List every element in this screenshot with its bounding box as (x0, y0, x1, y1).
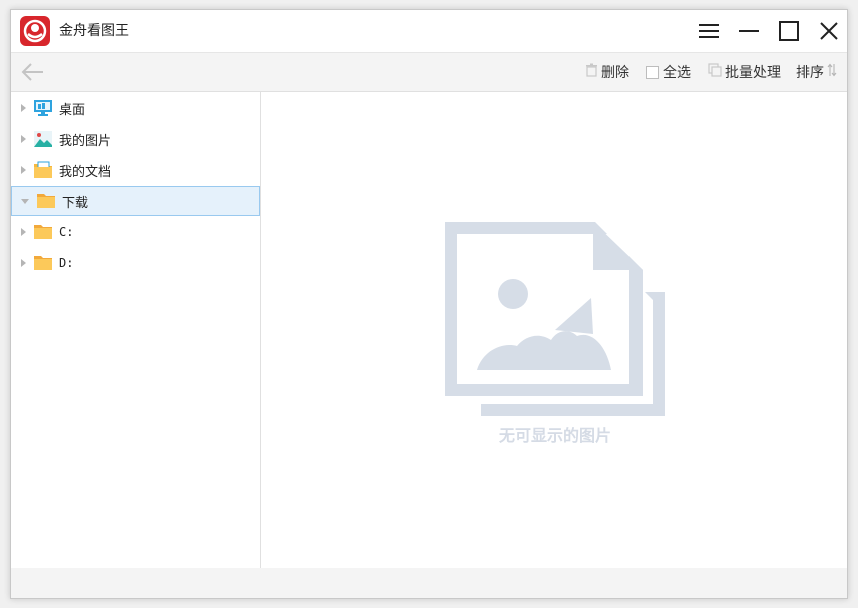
empty-image-placeholder-icon (443, 220, 665, 420)
folder-icon (36, 192, 56, 210)
desktop-icon (33, 99, 53, 117)
expand-caret-icon[interactable] (21, 166, 26, 174)
tree-item-pictures[interactable]: 我的图片 (11, 124, 260, 154)
tree-item-label: C: (59, 225, 74, 239)
app-logo-icon (20, 16, 50, 46)
arrow-left-icon[interactable] (19, 61, 45, 83)
batch-icon (708, 63, 722, 81)
expand-caret-icon[interactable] (21, 104, 26, 112)
expand-caret-icon[interactable] (21, 228, 26, 236)
empty-state-text: 无可显示的图片 (498, 426, 611, 445)
sort-button[interactable]: 排序 (796, 53, 840, 91)
folder-icon (33, 254, 53, 272)
image-view-area: 无可显示的图片 (261, 92, 847, 568)
app-title: 金舟看图王 (59, 23, 129, 39)
delete-button[interactable]: 删除 (585, 53, 629, 91)
trash-icon (585, 63, 598, 81)
tree-item-drive-c[interactable]: C: (11, 217, 260, 247)
batch-process-button[interactable]: 批量处理 (708, 53, 781, 91)
select-all-checkbox[interactable]: 全选 (646, 53, 691, 91)
minimize-icon[interactable] (735, 17, 763, 45)
checkbox-box[interactable] (646, 65, 659, 79)
folder-icon (33, 223, 53, 241)
tree-item-label: 下载 (62, 195, 89, 211)
hamburger-menu-icon[interactable] (695, 17, 723, 45)
tree-item-label: 我的文档 (59, 164, 112, 180)
app-window: 金舟看图王 删除 全选 批量处理 排序 桌面 我的图片 我的文档 下载 C: D… (10, 9, 848, 599)
tree-item-drive-d[interactable]: D: (11, 248, 260, 278)
sort-arrows-icon (827, 63, 837, 81)
title-bar: 金舟看图王 (11, 10, 847, 52)
folder-tree: 桌面 我的图片 我的文档 下载 C: D: (11, 92, 261, 568)
tree-item-downloads[interactable]: 下载 (11, 186, 260, 216)
close-icon[interactable] (815, 17, 843, 45)
sort-label: 排序 (796, 65, 824, 81)
tree-item-label: D: (59, 256, 74, 270)
select-all-label: 全选 (663, 65, 691, 81)
expand-caret-icon[interactable] (21, 259, 26, 267)
tree-item-desktop[interactable]: 桌面 (11, 93, 260, 123)
delete-label: 删除 (601, 65, 629, 81)
collapse-caret-icon[interactable] (21, 198, 29, 204)
batch-label: 批量处理 (725, 65, 781, 81)
pictures-folder-icon (33, 130, 53, 148)
tree-item-label: 我的图片 (59, 133, 112, 149)
expand-caret-icon[interactable] (21, 135, 26, 143)
tree-item-label: 桌面 (59, 102, 86, 118)
maximize-icon[interactable] (775, 17, 803, 45)
tree-item-documents[interactable]: 我的文档 (11, 155, 260, 185)
documents-folder-icon (33, 161, 53, 179)
toolbar: 删除 全选 批量处理 排序 (11, 52, 847, 92)
status-bar (11, 568, 847, 598)
